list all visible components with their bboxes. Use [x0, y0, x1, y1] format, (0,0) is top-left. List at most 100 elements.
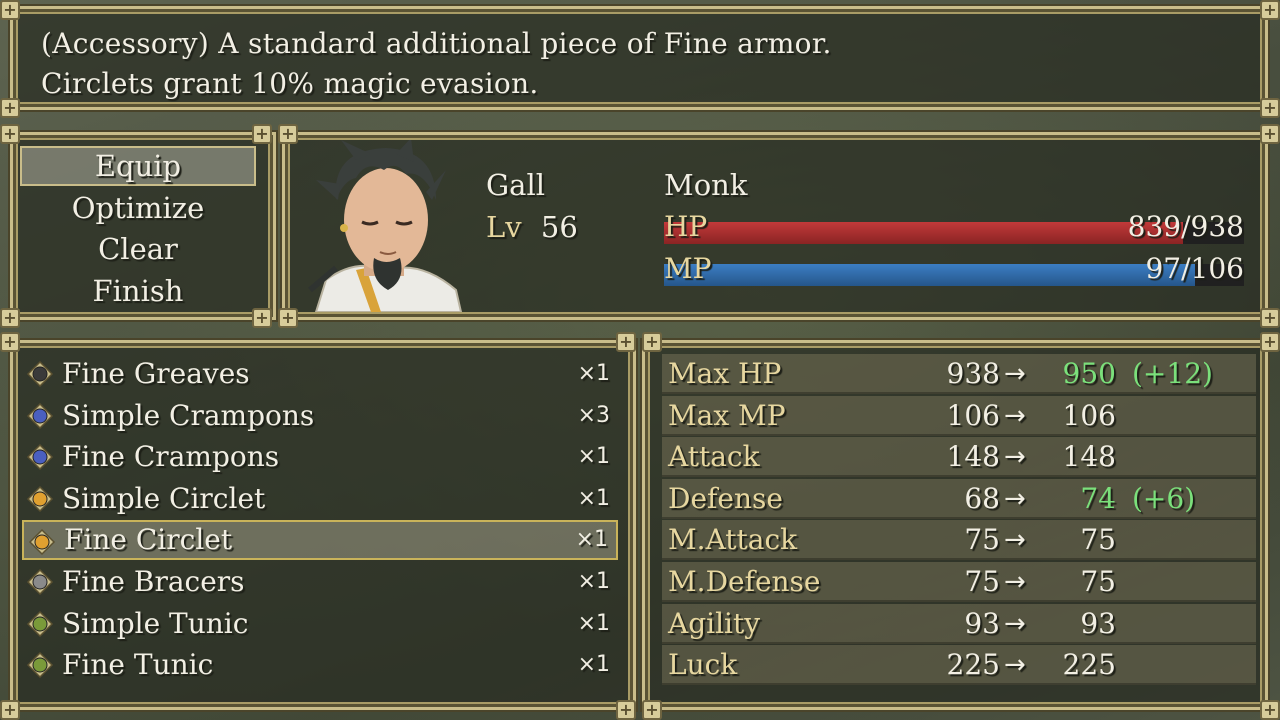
finish-command[interactable]: Finish [20, 271, 256, 311]
frame-corner-ornament-icon: + [0, 98, 20, 118]
stat-new: 75 [1080, 565, 1116, 598]
stat-new: 148 [1062, 440, 1116, 474]
frame-corner-ornament-icon: + [278, 308, 298, 328]
stat-arrow-icon: → [1004, 442, 1026, 473]
help-line-1: (Accessory) A standard additional piece … [41, 27, 832, 60]
item-quantity: ×3 [577, 402, 610, 428]
mp-value: 97/106 [1145, 252, 1244, 285]
stat-row: M.Attack 75 → 75 [662, 520, 1256, 561]
item-row[interactable]: Simple Circlet ×1 [22, 479, 618, 519]
actor-class: Monk [664, 168, 748, 202]
frame-corner-ornament-icon: + [0, 332, 20, 352]
item-name: Simple Circlet [62, 481, 266, 515]
stat-current: 75 [964, 565, 1000, 598]
stat-current: 148 [946, 440, 1000, 474]
item-row[interactable]: Fine Circlet ×1 [22, 520, 618, 561]
stat-arrow-icon: → [1004, 359, 1026, 389]
stat-label: M.Defense [668, 565, 821, 598]
frame-corner-ornament-icon: + [616, 332, 636, 352]
item-quantity: ×1 [575, 527, 608, 553]
item-row[interactable]: Fine Tunic ×1 [22, 645, 618, 685]
item-row[interactable]: Fine Crampons ×1 [22, 437, 618, 477]
circlet-icon [26, 485, 54, 512]
tunic-icon [26, 652, 54, 679]
frame-corner-ornament-icon: + [0, 700, 20, 720]
clear-command[interactable]: Clear [20, 229, 256, 269]
stat-current: 68 [964, 481, 1000, 515]
optimize-command[interactable]: Optimize [20, 188, 256, 228]
item-row[interactable]: Fine Bracers ×1 [22, 562, 618, 602]
mp-gauge-fill [664, 264, 1195, 286]
stat-row: Attack 148 → 148 [662, 437, 1256, 478]
tunic-icon [26, 610, 54, 637]
stat-arrow-icon: → [1004, 650, 1026, 681]
stat-diff: (+12) [1132, 357, 1213, 390]
stat-arrow-icon: → [1004, 525, 1026, 556]
frame-corner-ornament-icon: + [642, 332, 662, 352]
item-quantity: ×1 [577, 569, 610, 594]
stat-new: 75 [1080, 523, 1116, 557]
frame-corner-ornament-icon: + [1260, 308, 1280, 328]
circlet-icon [28, 529, 56, 556]
stat-new: 93 [1080, 606, 1116, 640]
stat-current: 106 [946, 398, 1000, 432]
stat-current: 225 [946, 648, 1000, 682]
stat-label: Agility [668, 606, 761, 640]
stat-row: M.Defense 75 → 75 [662, 562, 1256, 602]
greaves-icon [26, 360, 54, 388]
hp-value: 839/938 [1127, 210, 1244, 243]
item-name: Fine Greaves [62, 357, 250, 390]
frame-corner-ornament-icon: + [1260, 98, 1280, 118]
stat-row: Defense 68 → 74 (+6) [662, 478, 1256, 519]
item-row[interactable]: Simple Crampons ×3 [22, 396, 618, 436]
stat-row: Max HP 938 → 950 (+12) [662, 354, 1256, 394]
frame-corner-ornament-icon: + [1260, 332, 1280, 352]
stat-row: Luck 225 → 225 [662, 645, 1256, 686]
stat-current: 93 [964, 606, 1000, 640]
crampons-icon [26, 444, 54, 471]
equip-command[interactable]: Equip [20, 146, 256, 186]
actor-name: Gall [486, 168, 546, 202]
hp-gauge-fill [664, 222, 1183, 244]
help-window: (Accessory) A standard additional piece … [10, 6, 1268, 110]
stat-new: 106 [1062, 398, 1116, 432]
item-quantity: ×1 [577, 652, 610, 678]
stat-label: M.Attack [668, 523, 798, 557]
frame-corner-ornament-icon: + [252, 124, 272, 144]
frame-corner-ornament-icon: + [1260, 124, 1280, 144]
frame-corner-ornament-icon: + [616, 700, 636, 720]
help-line-2: Circlets grant 10% magic evasion. [41, 67, 539, 100]
frame-corner-ornament-icon: + [0, 124, 20, 144]
item-row[interactable]: Simple Tunic ×1 [22, 604, 618, 644]
stat-arrow-icon: → [1004, 483, 1026, 514]
stat-row: Agility 93 → 93 [662, 603, 1256, 644]
level-label: Lv [486, 210, 522, 244]
item-row[interactable]: Fine Greaves ×1 [22, 354, 618, 394]
stat-arrow-icon: → [1004, 400, 1026, 431]
stat-arrow-icon: → [1004, 608, 1026, 639]
stat-row: Max MP 106 → 106 [662, 395, 1256, 436]
stat-diff: (+6) [1132, 481, 1196, 515]
stat-new: 74 [1080, 481, 1116, 515]
crampons-icon [26, 402, 54, 429]
stat-new: 225 [1062, 648, 1116, 682]
stat-label: Max MP [668, 398, 786, 432]
frame-corner-ornament-icon: + [0, 308, 20, 328]
frame-corner-ornament-icon: + [0, 0, 20, 20]
stat-label: Max HP [668, 357, 782, 390]
actor-portrait [308, 140, 463, 312]
item-quantity: ×1 [577, 485, 610, 511]
item-name: Fine Tunic [62, 648, 214, 682]
bracers-icon [26, 568, 54, 596]
level-value: 56 [540, 210, 578, 244]
frame-corner-ornament-icon: + [1260, 700, 1280, 720]
item-name: Fine Circlet [64, 523, 233, 557]
item-name: Simple Crampons [62, 398, 315, 432]
frame-corner-ornament-icon: + [278, 124, 298, 144]
stat-current: 938 [946, 357, 1000, 390]
item-name: Simple Tunic [62, 606, 249, 640]
frame-corner-ornament-icon: + [1260, 0, 1280, 20]
item-quantity: ×1 [577, 444, 610, 470]
stat-new: 950 [1062, 357, 1116, 390]
frame-corner-ornament-icon: + [642, 700, 662, 720]
